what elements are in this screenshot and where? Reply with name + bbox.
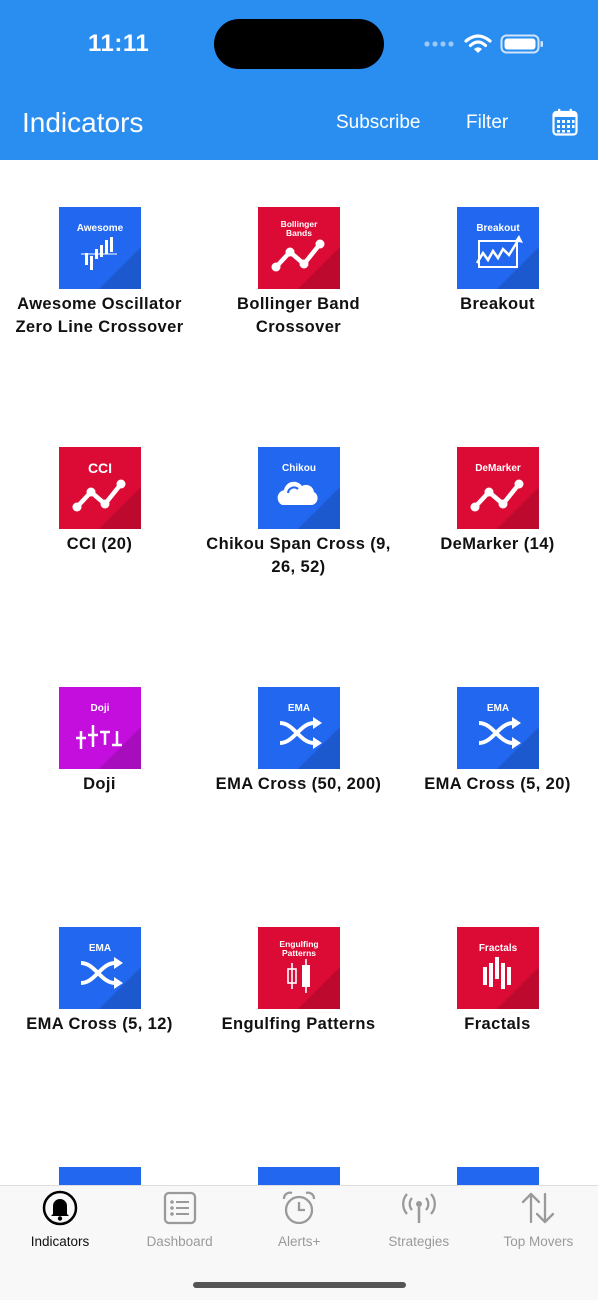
tab-label: Alerts+	[277, 1234, 321, 1249]
tab-dashboard[interactable]: Dashboard	[120, 1186, 240, 1256]
indicator-card[interactable]	[398, 1120, 597, 1186]
indicator-card[interactable]	[199, 1120, 398, 1186]
tab-label: Indicators	[30, 1234, 90, 1249]
broadcast-icon	[401, 1193, 436, 1223]
tab-strategies[interactable]: Strategies	[359, 1186, 479, 1256]
indicator-icon: Chikou	[258, 447, 340, 529]
indicator-card[interactable]: Doji Doji	[0, 640, 199, 880]
indicator-icon: Fractals	[457, 927, 539, 1009]
signal-icon	[424, 41, 454, 47]
indicator-card[interactable]: EMA EMA Cross (5, 12)	[0, 880, 199, 1120]
tab-alerts[interactable]: Alerts+	[239, 1186, 359, 1256]
dynamic-island	[214, 19, 384, 69]
indicator-icon-text: EMA	[486, 703, 510, 714]
indicator-name: EMA Cross (5, 20)	[424, 775, 571, 793]
subscribe-button[interactable]: Subscribe	[336, 112, 421, 134]
tab-label: Strategies	[388, 1234, 450, 1249]
home-indicator	[193, 1282, 406, 1288]
indicator-icon: EMA	[258, 687, 340, 769]
indicator-icon-text: Fractals	[478, 943, 518, 954]
indicator-icon: EMA	[59, 927, 141, 1009]
bell-icon	[42, 1190, 78, 1226]
indicator-name: Doji	[83, 775, 116, 793]
indicator-icon-text: Doji	[90, 703, 110, 714]
indicator-name: DeMarker (14)	[440, 535, 555, 553]
calendar-icon[interactable]	[552, 108, 578, 136]
indicator-icon	[457, 1167, 539, 1186]
indicator-card[interactable]: CCI CCI (20)	[0, 400, 199, 640]
indicator-card[interactable]	[0, 1120, 199, 1186]
list-icon	[163, 1191, 196, 1225]
status-time: 11:11	[88, 30, 150, 57]
indicator-icon-text: Awesome	[76, 223, 124, 234]
indicator-icon-text: CCI	[87, 460, 113, 476]
indicator-card[interactable]: Fractals Fractals	[398, 880, 597, 1120]
indicator-card[interactable]: Chikou Chikou Span Cross (9, 26, 52)	[199, 400, 398, 640]
indicator-name: Breakout	[460, 295, 535, 313]
tab-label: Top Movers	[503, 1234, 574, 1249]
alarm-clock-icon	[283, 1191, 316, 1225]
indicator-icon-text: EMA	[88, 943, 112, 954]
indicator-icon-text: Chikou	[282, 463, 316, 474]
indicator-icon	[59, 1167, 141, 1186]
indicator-name: Engulfing Patterns	[221, 1015, 376, 1033]
indicator-name: Bollinger Band Crossover	[237, 295, 360, 336]
indicator-card[interactable]: Bollinger Bands Bollinger Band Crossover	[199, 160, 398, 400]
indicator-card[interactable]: DeMarker DeMarker (14)	[398, 400, 597, 640]
indicator-icon: DeMarker	[457, 447, 539, 529]
indicator-card[interactable]: Breakout Breakout	[398, 160, 597, 400]
tab-top-movers[interactable]: Top Movers	[478, 1186, 598, 1256]
indicator-icon: CCI	[59, 447, 141, 529]
indicator-icon: Awesome	[59, 207, 141, 289]
status-icons	[424, 33, 544, 55]
indicator-icon	[258, 1167, 340, 1186]
indicator-icon-text: Engulfing Patterns	[279, 939, 319, 958]
indicator-icon: Breakout	[457, 207, 539, 289]
indicator-icon: EMA	[457, 687, 539, 769]
wifi-icon	[464, 34, 492, 53]
indicator-name: Chikou Span Cross (9, 26, 52)	[206, 535, 391, 576]
indicator-icon: Engulfing Patterns	[258, 927, 340, 1009]
indicator-card[interactable]: Awesome Awesome Oscillator Zero Line Cros…	[0, 160, 199, 400]
indicator-name: Awesome Oscillator Zero Line Crossover	[15, 295, 184, 336]
indicator-name: CCI (20)	[66, 535, 133, 553]
indicator-card[interactable]: EMA EMA Cross (50, 200)	[199, 640, 398, 880]
app-header: 11:11 Indicators Subscribe Filter	[0, 0, 598, 160]
tab-label: Dashboard	[146, 1234, 213, 1249]
indicator-icon-text: DeMarker	[475, 463, 521, 474]
battery-icon	[500, 34, 543, 54]
indicator-icon-text: EMA	[287, 703, 311, 714]
indicator-name: Fractals	[464, 1015, 531, 1033]
indicator-icon: Bollinger Bands	[258, 207, 340, 289]
up-down-arrows-icon	[522, 1192, 555, 1224]
indicator-name: EMA Cross (50, 200)	[215, 775, 382, 793]
indicator-icon: Doji	[59, 687, 141, 769]
filter-button[interactable]: Filter	[466, 112, 508, 134]
tab-indicators[interactable]: Indicators	[0, 1186, 120, 1256]
indicator-card[interactable]: Engulfing Patterns Engulfing Patterns	[199, 880, 398, 1120]
indicator-icon-text: Bollinger Bands	[280, 219, 318, 238]
indicator-card[interactable]: EMA EMA Cross (5, 20)	[398, 640, 597, 880]
indicator-name: EMA Cross (5, 12)	[26, 1015, 173, 1033]
indicator-grid: Awesome Awesome Oscillator Zero Line Cros…	[0, 160, 598, 1186]
indicator-icon-text: Breakout	[476, 223, 520, 234]
page-title: Indicators	[22, 107, 144, 138]
